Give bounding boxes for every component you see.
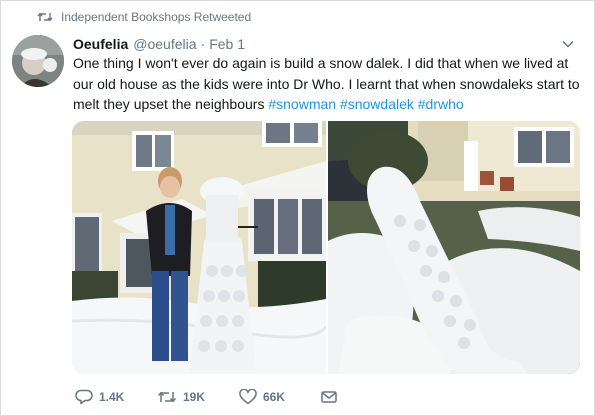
retweet-banner-label[interactable]: Independent Bookshops Retweeted	[61, 10, 251, 24]
chevron-down-icon[interactable]	[561, 37, 575, 51]
tweet-header: Oeufelia @oeufelia · Feb 1	[73, 35, 575, 53]
reply-icon	[75, 389, 93, 405]
retweet-banner: Independent Bookshops Retweeted	[37, 9, 251, 25]
tweet-timestamp[interactable]: Feb 1	[209, 36, 245, 52]
hashtag-link[interactable]: #drwho	[418, 96, 464, 112]
envelope-icon	[321, 390, 337, 404]
tweet-text: One thing I won't ever do again is build…	[73, 53, 583, 115]
retweet-icon	[157, 390, 177, 404]
author-handle[interactable]: @oeufelia	[133, 36, 196, 52]
retweet-icon	[37, 11, 53, 23]
photo-snow-dalek[interactable]	[72, 121, 328, 374]
heart-icon	[239, 389, 257, 405]
author-name[interactable]: Oeufelia	[73, 36, 128, 52]
hashtag-link[interactable]: #snowman	[268, 96, 336, 112]
hashtag-link[interactable]: #snowdalek	[340, 96, 414, 112]
like-count: 66K	[263, 390, 286, 404]
photo-melted-dalek[interactable]	[328, 121, 580, 374]
separator-dot: ·	[200, 36, 206, 52]
avatar[interactable]	[12, 35, 64, 87]
retweet-button[interactable]: 19K	[157, 390, 239, 404]
direct-message-button[interactable]	[321, 390, 337, 404]
reply-button[interactable]: 1.4K	[75, 389, 157, 405]
tweet-actions: 1.4K 19K 66K	[75, 387, 395, 407]
tweet-media	[72, 121, 580, 374]
reply-count: 1.4K	[99, 390, 125, 404]
retweet-count: 19K	[183, 390, 206, 404]
like-button[interactable]: 66K	[239, 389, 321, 405]
